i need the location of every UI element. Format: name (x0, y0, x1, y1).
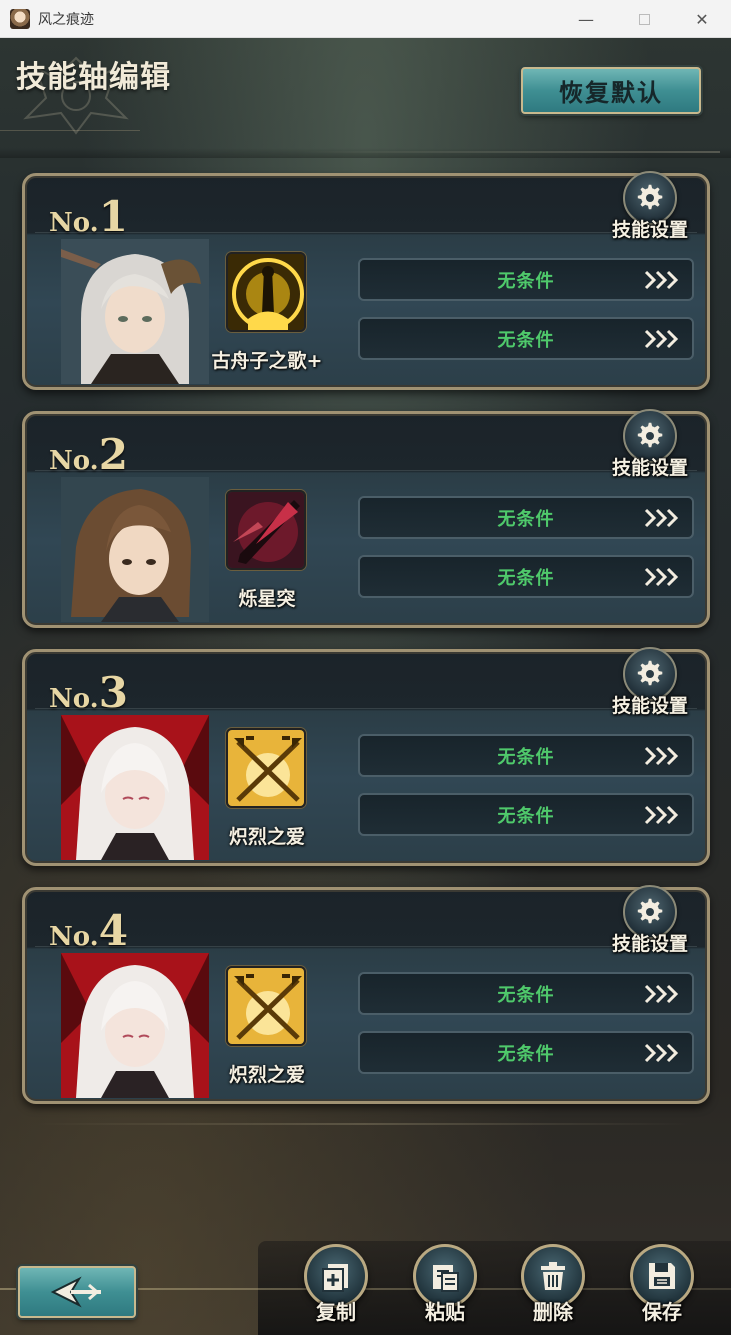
triple-chevron-icon (644, 805, 679, 825)
condition-row[interactable]: 无条件 (358, 317, 694, 360)
delete-label: 删除 (533, 1300, 573, 1324)
list-end-divider (36, 1123, 692, 1125)
skill-card-4: No. 4 技能设置 炽烈之爱 无条件 无条件 (22, 885, 710, 1104)
condition-label: 无条件 (497, 508, 555, 530)
condition-label: 无条件 (497, 984, 555, 1006)
app-icon (10, 8, 30, 29)
skill-settings-label: 技能设置 (611, 695, 688, 717)
card-number: No. 4 (49, 906, 128, 955)
skill-settings-button[interactable]: 技能设置 (610, 647, 690, 718)
skill-name: 炽烈之爱 (228, 826, 305, 848)
delete-button[interactable]: 删除 (518, 1244, 588, 1328)
skill-settings-label: 技能设置 (611, 219, 688, 241)
card-number-prefix: No. (49, 446, 99, 476)
card-number-value: 2 (98, 430, 128, 479)
window-titlebar: 风之痕迹 — ✕ (0, 0, 731, 38)
page-title: 技能轴编辑 (16, 60, 171, 95)
card-number-prefix: No. (49, 208, 99, 238)
header-shadow (0, 148, 731, 158)
skill-card-2: No. 2 技能设置 烁星突 无条件 无条件 (22, 409, 710, 628)
condition-label: 无条件 (497, 329, 555, 351)
triple-chevron-icon (644, 508, 679, 528)
condition-label: 无条件 (497, 746, 555, 768)
save-label: 保存 (642, 1300, 682, 1324)
triple-chevron-icon (644, 984, 679, 1004)
minimize-button[interactable]: — (557, 0, 615, 38)
condition-label: 无条件 (497, 805, 555, 827)
skill-settings-label: 技能设置 (611, 933, 688, 955)
card-number-value: 3 (98, 668, 128, 717)
skill-icon (226, 728, 306, 808)
skill-icon (226, 490, 306, 570)
card-number: No. 2 (49, 430, 128, 479)
card-number: No. 3 (49, 668, 128, 717)
card-number-value: 4 (98, 906, 128, 955)
paste-label: 粘贴 (425, 1300, 465, 1324)
condition-label: 无条件 (497, 1043, 555, 1065)
card-number-value: 1 (98, 192, 128, 241)
condition-row[interactable]: 无条件 (358, 496, 694, 539)
triple-chevron-icon (644, 270, 679, 290)
condition-row[interactable]: 无条件 (358, 555, 694, 598)
skill-icon (226, 966, 306, 1046)
maximize-button[interactable] (615, 0, 673, 38)
copy-button[interactable]: 复制 (301, 1244, 371, 1328)
triple-chevron-icon (644, 1043, 679, 1063)
maximize-icon (638, 13, 650, 25)
skill-settings-label: 技能设置 (611, 457, 688, 479)
condition-label: 无条件 (497, 567, 555, 589)
condition-row[interactable]: 无条件 (358, 793, 694, 836)
reset-default-button[interactable]: 恢复默认 (521, 67, 701, 114)
card-number-prefix: No. (49, 922, 99, 952)
title-underline (0, 130, 140, 131)
card-number-prefix: No. (49, 684, 99, 714)
skill-settings-button[interactable]: 技能设置 (610, 409, 690, 480)
window-controls: — ✕ (557, 0, 731, 38)
header-rule (300, 151, 720, 153)
skill-settings-button[interactable]: 技能设置 (610, 171, 690, 242)
triple-chevron-icon (644, 746, 679, 766)
triple-chevron-icon (644, 567, 679, 587)
condition-row[interactable]: 无条件 (358, 734, 694, 777)
skill-name: 炽烈之爱 (228, 1064, 305, 1086)
skill-card-3: No. 3 技能设置 炽烈之爱 无条件 无条件 (22, 647, 710, 866)
skill-icon (226, 252, 306, 332)
condition-row[interactable]: 无条件 (358, 972, 694, 1015)
paste-button[interactable]: 粘贴 (410, 1244, 480, 1328)
condition-row[interactable]: 无条件 (358, 258, 694, 301)
skill-card-1: No. 1 技能设置 古舟子之歌+ 无条件 无条件 (22, 171, 710, 390)
skill-settings-button[interactable]: 技能设置 (610, 885, 690, 956)
card-number: No. 1 (49, 192, 128, 241)
triple-chevron-icon (644, 329, 679, 349)
condition-label: 无条件 (497, 270, 555, 292)
save-button[interactable]: 保存 (627, 1244, 697, 1328)
window-title: 风之痕迹 (38, 11, 94, 28)
back-arrow-icon (50, 1276, 101, 1308)
close-button[interactable]: ✕ (673, 0, 731, 38)
app-area: 技能轴编辑 恢复默认 No. 1 技能设置 古舟子之歌+ 无条件 无条件 No.… (0, 38, 731, 1335)
copy-label: 复制 (316, 1300, 356, 1324)
skill-name: 古舟子之歌+ (211, 350, 323, 372)
back-button[interactable] (18, 1266, 136, 1318)
condition-row[interactable]: 无条件 (358, 1031, 694, 1074)
skill-name: 烁星突 (238, 588, 296, 610)
